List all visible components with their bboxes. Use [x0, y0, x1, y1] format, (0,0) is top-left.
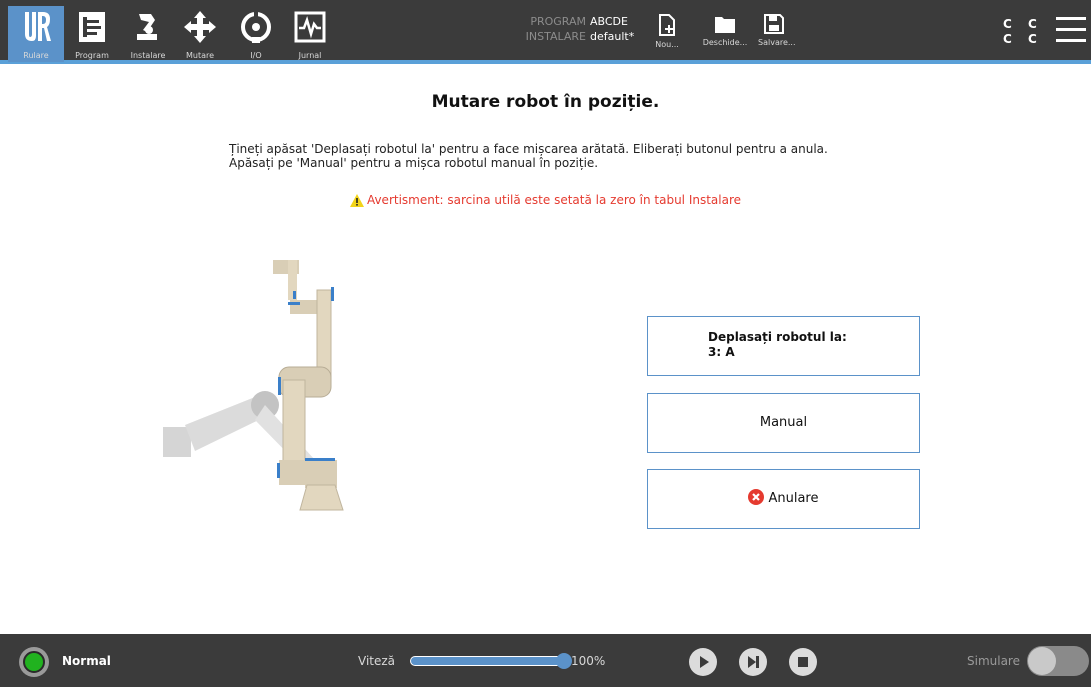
nav-tab-label: Mutare [185, 51, 215, 60]
nav-tab-label: Jurnal [298, 51, 322, 60]
play-icon [700, 656, 709, 668]
nav-tab-label: I/O [250, 51, 262, 60]
simulation-toggle-knob [1028, 647, 1056, 675]
stop-button[interactable] [789, 648, 817, 676]
nav-tab-move[interactable]: Mutare [172, 6, 228, 62]
installation-key: INSTALARE [525, 30, 586, 43]
nav-tab-run[interactable]: Rulare [8, 6, 64, 62]
open-file-label: Deschide... [702, 38, 748, 47]
installation-name: default* [590, 30, 635, 43]
speed-slider-fill [411, 657, 563, 665]
bottom-bar: Normal Viteză 100% Simulare [0, 634, 1091, 687]
speed-slider-thumb[interactable] [556, 653, 572, 669]
folder-icon [715, 17, 735, 33]
control-status-indicator[interactable]: C C C C [1003, 17, 1043, 47]
cancel-button[interactable]: Anulare [647, 469, 920, 529]
instructions: Țineți apăsat 'Deplasați robotul la' pen… [229, 142, 828, 170]
installation-icon [137, 14, 157, 40]
warning-text: Avertisment: sarcina utilă este setată l… [366, 193, 742, 207]
step-icon [748, 656, 759, 668]
new-file-button[interactable]: Nou... [652, 8, 682, 60]
program-name: ABCDE [590, 15, 628, 28]
program-info: PROGRAM ABCDE INSTALARE default* [516, 14, 635, 44]
speed-label: Viteză [358, 654, 396, 668]
step-button[interactable] [739, 648, 767, 676]
nav-tab-installation[interactable]: Instalare [120, 6, 176, 62]
payload-warning: Avertisment: sarcina utilă este setată l… [0, 193, 1091, 207]
move-arrows-icon [184, 11, 216, 43]
instruction-line: Apăsați pe 'Manual' pentru a mișca robot… [229, 156, 599, 170]
simulation-label: Simulare [967, 654, 1020, 668]
nav-tab-label: Program [75, 51, 109, 60]
robot-preview [155, 255, 365, 520]
instruction-line: Țineți apăsat 'Deplasați robotul la' pen… [229, 142, 828, 156]
save-file-label: Salvare... [758, 38, 796, 47]
log-icon [294, 11, 326, 43]
nav-tab-program[interactable]: Program [64, 6, 120, 62]
io-icon [241, 11, 271, 43]
new-file-icon [659, 14, 675, 36]
page-title: Mutare robot în poziție. [431, 92, 660, 112]
hamburger-menu-icon[interactable] [1056, 17, 1086, 43]
status-ok-icon [23, 651, 45, 673]
control-status-line: C C [1003, 17, 1043, 31]
play-button[interactable] [689, 648, 717, 676]
open-file-button[interactable]: Deschide... [700, 8, 750, 60]
move-button-target: 3: A [708, 345, 735, 359]
cancel-button-label: Anulare [768, 491, 819, 506]
robot-arm-illustration [163, 260, 344, 511]
program-icon [79, 12, 105, 42]
ur-logo-icon [25, 12, 51, 41]
nav-tab-io[interactable]: I/O [228, 6, 284, 62]
nav-tab-label: Rulare [23, 51, 49, 60]
speed-slider[interactable] [410, 656, 564, 666]
warning-icon [349, 194, 364, 207]
control-status-line: C C [1003, 32, 1043, 46]
manual-button-label: Manual [759, 415, 808, 430]
save-file-button[interactable]: Salvare... [758, 8, 796, 60]
simulation-toggle[interactable] [1027, 646, 1089, 676]
stop-icon [798, 657, 808, 667]
new-file-label: Nou... [655, 40, 679, 49]
move-robot-to-button[interactable]: Deplasați robotul la: 3: A [647, 316, 920, 376]
move-button-label: Deplasați robotul la: [708, 330, 847, 344]
top-bar: Rulare Program Instalare Mutare I/O Jurn… [0, 0, 1091, 64]
robot-state-text: Normal [62, 654, 111, 668]
save-disk-icon [764, 14, 784, 34]
program-key: PROGRAM [530, 15, 586, 28]
robot-status-button[interactable] [19, 647, 49, 677]
cancel-x-icon [748, 489, 765, 505]
manual-button[interactable]: Manual [647, 393, 920, 453]
nav-tab-label: Instalare [130, 51, 166, 60]
speed-value: 100% [571, 654, 606, 668]
nav-tab-log[interactable]: Jurnal [282, 6, 338, 62]
